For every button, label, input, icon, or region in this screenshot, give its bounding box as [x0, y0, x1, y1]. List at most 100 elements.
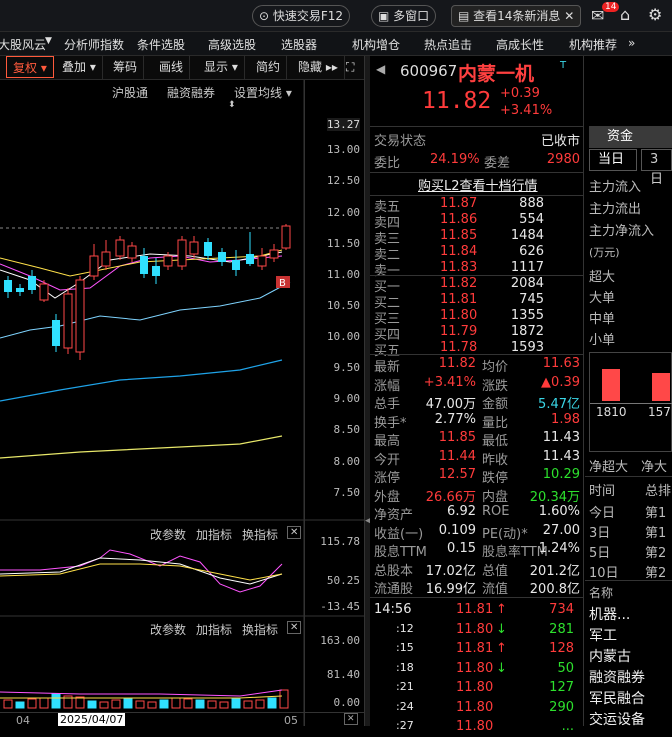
stat-value: 47.00万	[425, 397, 476, 412]
stat-label: 总值	[482, 563, 509, 579]
stat-row: 总手 47.00万 金额 5.47亿	[370, 393, 584, 412]
prev-stock-icon[interactable]: ◀	[376, 62, 385, 76]
level-volume: 745	[519, 292, 544, 307]
candle-body	[4, 280, 12, 292]
stat-row: 收益(一) 0.109 PE(动)* 27.00	[370, 523, 584, 542]
diejia-label: 叠加	[62, 60, 87, 74]
status-label: 交易状态	[374, 134, 427, 149]
settings-icon[interactable]: ⚙	[648, 5, 662, 24]
stat-row: 最高 11.85 最低 11.43	[370, 430, 584, 449]
menu-item[interactable]: 高成长性	[496, 36, 544, 53]
stat-label: 昨收	[482, 452, 509, 468]
menu-item[interactable]: 机构推荐	[569, 36, 617, 53]
concept-item[interactable]: 交运设备	[589, 709, 645, 729]
stat-value: 10.29	[542, 467, 580, 482]
fuquan-button[interactable]: 复权 ▾	[6, 56, 54, 78]
menu-item[interactable]: 选股器	[281, 36, 317, 53]
menu-item[interactable]: 分析师指数	[64, 36, 124, 53]
flow-bar-label: 157	[648, 405, 671, 419]
kline-chart[interactable]: 沪股通 融资融券 设置均线 ▾ ⬍ B 13.27 13.00 12.50 12…	[0, 80, 364, 727]
volume-bar	[195, 699, 205, 709]
stat-label: 跌停	[482, 471, 509, 486]
ind2-axis-label: 0.00	[333, 696, 361, 709]
concept-item[interactable]: 军民融合	[589, 688, 645, 708]
tick-time: :21	[396, 680, 414, 693]
level-volume: 626	[519, 244, 544, 259]
stat-value: 17.02亿	[425, 563, 476, 579]
dropdown-icon: ▼	[45, 36, 52, 46]
close-icon[interactable]: ✕	[344, 713, 358, 725]
size-label: 中单	[589, 312, 616, 327]
volume-bar	[255, 699, 265, 709]
concept-item[interactable]: 内蒙古	[589, 646, 631, 666]
chouma-button[interactable]: 筹码	[107, 56, 145, 79]
stat-row: 净资产 6.92 ROE 1.60%	[370, 504, 584, 523]
level-volume: 1593	[510, 340, 544, 355]
up-arrow-icon: ↑	[496, 641, 507, 656]
order-book-row: 卖四 11.86 554	[370, 212, 584, 231]
ind2-change-button[interactable]: 改参数	[150, 621, 186, 638]
xianshi-button[interactable]: 显示 ▾	[198, 56, 245, 79]
stat-value: 26.66万	[425, 489, 476, 505]
l2-link[interactable]: 购买L2查看十档行情	[418, 175, 538, 194]
flow-label: 主力流出	[589, 202, 642, 217]
candle-body	[127, 245, 137, 259]
tab-3ri[interactable]: 3日	[641, 149, 672, 187]
ind2-add-button[interactable]: 加指标	[196, 621, 232, 638]
stat-label: 收益(一)	[374, 526, 424, 542]
down-arrow-icon: ↓	[496, 660, 507, 676]
tick-row: :15 11.81 ↑ 128	[370, 639, 584, 659]
level-volume: 2084	[510, 276, 544, 291]
date-cursor-label: 2025/04/07	[58, 713, 126, 726]
concept-item[interactable]: 融资融券	[589, 667, 645, 687]
menu-item[interactable]: 热点追击	[424, 36, 472, 53]
level-volume: 554	[519, 212, 544, 227]
tick-time: :18	[396, 660, 414, 674]
volume-bar	[15, 701, 25, 709]
bar-category: 净大	[641, 460, 668, 475]
ind2-close-icon[interactable]: ✕	[287, 621, 302, 634]
stat-value: ▲0.39	[541, 374, 580, 390]
ind1-close-icon[interactable]: ✕	[287, 526, 302, 539]
concept-item[interactable]: 军工	[589, 625, 617, 645]
order-book-row: 买三 11.80 1355	[370, 308, 584, 327]
ind1-add-button[interactable]: 加指标	[196, 526, 232, 543]
menu-item[interactable]: 条件选股	[137, 36, 185, 53]
tab-dangri[interactable]: 当日	[589, 149, 637, 171]
news-button[interactable]: ▤ 查看14条新消息 ✕	[451, 5, 582, 27]
buy-signal-label: B	[279, 278, 286, 289]
jianyue-button[interactable]: 简约	[250, 56, 288, 79]
concept-item[interactable]: 机器...	[589, 604, 630, 624]
tab-zijin[interactable]: 资金	[589, 126, 672, 148]
menu-item[interactable]: 高级选股	[208, 36, 256, 53]
huaxian-button[interactable]: 画线	[153, 56, 191, 79]
multi-window-button[interactable]: ▣ 多窗口	[371, 5, 437, 27]
ind1-swap-button[interactable]: 换指标	[242, 526, 278, 543]
yincang-button[interactable]: 隐藏 ▸▸	[292, 56, 345, 79]
fullscreen-icon[interactable]: ⛶	[340, 56, 360, 79]
fuquan-label: 复权	[13, 61, 38, 75]
diejia-button[interactable]: 叠加 ▾	[56, 56, 103, 79]
menu-more-icon[interactable]: »	[628, 36, 635, 50]
tick-row: :27 11.80...	[370, 717, 584, 737]
level-volume: 1872	[510, 324, 544, 339]
quick-trade-button[interactable]: ⊙ 快速交易F12	[252, 5, 351, 27]
tick-volume: 128	[549, 641, 574, 656]
mail-badge: 14	[602, 2, 620, 12]
weicha-label: 委差	[484, 156, 511, 171]
menu-item[interactable]: 大股风云	[0, 36, 46, 53]
tick-price: 11.80	[456, 699, 494, 715]
tick-volume: 290	[549, 699, 574, 715]
volume-bar	[111, 699, 121, 709]
stat-label: 金额	[482, 397, 509, 412]
home-icon[interactable]: ⌂	[620, 5, 630, 24]
xianshi-label: 显示	[204, 60, 229, 74]
tick-time: :24	[396, 699, 414, 713]
period-rank: 第2	[645, 566, 667, 581]
menu-item[interactable]: 机构增仓	[352, 36, 400, 53]
stat-value: 1.24%	[538, 541, 580, 556]
news-close-icon[interactable]: ✕	[564, 9, 574, 23]
ind2-swap-button[interactable]: 换指标	[242, 621, 278, 638]
ind1-change-button[interactable]: 改参数	[150, 526, 186, 543]
level-volume: 1117	[510, 260, 544, 275]
